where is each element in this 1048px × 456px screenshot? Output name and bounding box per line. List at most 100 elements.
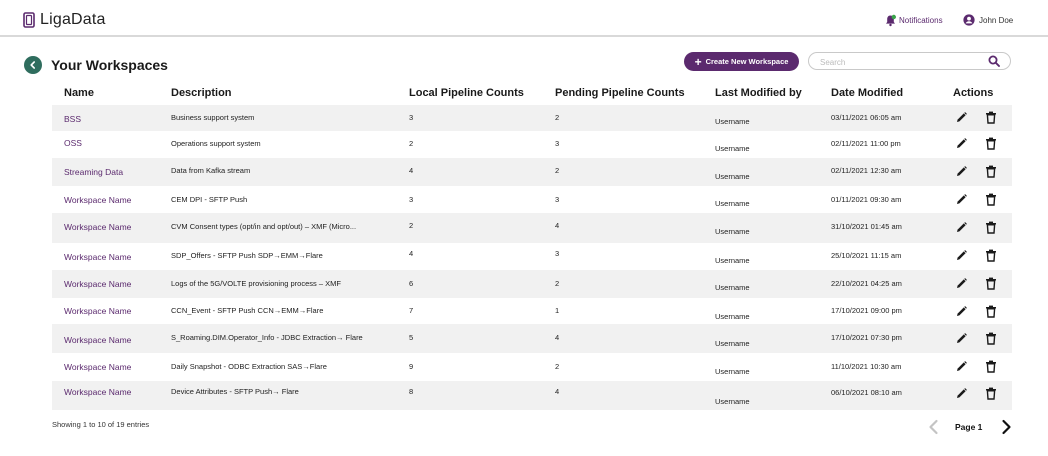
workspace-description: CEM DPI - SFTP Push <box>171 195 248 204</box>
date-modified: 02/11/2021 12:30 am <box>831 166 902 175</box>
edit-icon[interactable] <box>955 137 968 155</box>
delete-icon[interactable] <box>985 360 997 378</box>
date-modified: 31/10/2021 01:45 am <box>831 222 902 231</box>
workspace-description: Operations support system <box>171 139 261 148</box>
delete-icon[interactable] <box>985 387 997 405</box>
workspace-description: Data from Kafka stream <box>171 166 251 175</box>
table-row: Workspace Name SDP_Offers - SFTP Push SDP… <box>52 243 1012 270</box>
delete-icon[interactable] <box>985 305 997 323</box>
table-row: Streaming Data Data from Kafka stream 4 2 Us… <box>52 158 1012 186</box>
last-modified-by: Username <box>715 339 750 348</box>
user-name: John Doe <box>979 15 1014 25</box>
table-row: Workspace Name CVM Consent types (opt/in … <box>52 213 1012 243</box>
workspace-description: CVM Consent types (opt/in and opt/out) –… <box>171 222 357 231</box>
table-row: Workspace Name Daily Snapshot - ODBC Extr… <box>52 353 1012 381</box>
pending-pipeline-count: 3 <box>555 195 560 204</box>
column-header-pending-pipeline-counts[interactable]: Pending Pipeline Counts <box>555 87 685 99</box>
column-header-name[interactable]: Name <box>64 87 94 99</box>
back-button[interactable] <box>24 56 42 74</box>
workspace-description: SDP_Offers - SFTP Push SDP→EMM→Flare <box>171 251 323 260</box>
chevron-right-icon[interactable] <box>998 418 1014 436</box>
last-modified-by: Username <box>715 172 750 181</box>
delete-icon[interactable] <box>985 111 997 129</box>
create-workspace-label: Create New Workspace <box>705 57 789 66</box>
last-modified-by: Username <box>715 117 750 126</box>
create-workspace-button[interactable]: + Create New Workspace <box>684 52 799 71</box>
edit-icon[interactable] <box>955 249 968 267</box>
workspace-name-link[interactable]: Workspace Name <box>64 279 131 289</box>
workspace-name-link[interactable]: Workspace Name <box>64 222 131 232</box>
edit-icon[interactable] <box>955 111 968 129</box>
bell-icon <box>886 14 896 27</box>
workspace-name-link[interactable]: Streaming Data <box>64 167 123 177</box>
user-menu[interactable]: John Doe <box>963 14 1013 26</box>
local-pipeline-count: 4 <box>409 166 414 175</box>
workspace-description: Daily Snapshot - ODBC Extraction SAS→Fla… <box>171 362 327 371</box>
workspace-name-link[interactable]: Workspace Name <box>64 195 131 205</box>
pending-pipeline-count: 4 <box>555 387 560 396</box>
workspace-name-link[interactable]: Workspace Name <box>64 387 131 397</box>
delete-icon[interactable] <box>985 221 997 239</box>
edit-icon[interactable] <box>955 332 968 350</box>
brand[interactable]: LigaData <box>23 11 106 29</box>
table-row: Workspace Name CCN_Event - SFTP Push CCN→… <box>52 298 1012 324</box>
pending-pipeline-count: 4 <box>555 333 560 342</box>
delete-icon[interactable] <box>985 277 997 295</box>
local-pipeline-count: 5 <box>409 333 414 342</box>
workspace-name-link[interactable]: Workspace Name <box>64 362 131 372</box>
pending-pipeline-count: 4 <box>555 221 560 230</box>
column-header-actions: Actions <box>953 87 994 99</box>
date-modified: 03/11/2021 06:05 am <box>831 113 902 122</box>
delete-icon[interactable] <box>985 193 997 211</box>
workspace-name-link[interactable]: BSS <box>64 114 81 124</box>
workspace-name-link[interactable]: Workspace Name <box>64 335 131 345</box>
local-pipeline-count: 2 <box>409 221 414 230</box>
table-row: Workspace Name Device Attributes - SFTP P… <box>52 381 1012 410</box>
column-header-local-pipeline-counts[interactable]: Local Pipeline Counts <box>409 87 524 99</box>
column-header-date-modified[interactable]: Date Modified <box>831 87 903 99</box>
delete-icon[interactable] <box>985 249 997 267</box>
plus-icon: + <box>694 54 702 69</box>
search-icon[interactable] <box>988 55 1000 67</box>
last-modified-by: Username <box>715 397 750 406</box>
pending-pipeline-count: 1 <box>555 306 560 315</box>
chevron-left-icon[interactable] <box>926 418 942 436</box>
date-modified: 25/10/2021 11:15 am <box>831 251 902 260</box>
search-input[interactable] <box>818 55 982 69</box>
table-row: Workspace Name Logs of the 5G/VOLTE provi… <box>52 270 1012 298</box>
edit-icon[interactable] <box>955 360 968 378</box>
workspace-description: S_Roaming.DIM.Operator_Info - JDBC Extra… <box>171 333 363 342</box>
workspace-name-link[interactable]: OSS <box>64 138 82 148</box>
local-pipeline-count: 6 <box>409 279 414 288</box>
user-icon <box>963 14 975 26</box>
workspace-name-link[interactable]: Workspace Name <box>64 252 131 262</box>
last-modified-by: Username <box>715 367 750 376</box>
delete-icon[interactable] <box>985 165 997 183</box>
local-pipeline-count: 4 <box>409 249 414 258</box>
workspace-description: Business support system <box>171 113 255 122</box>
edit-icon[interactable] <box>955 305 968 323</box>
delete-icon[interactable] <box>985 137 997 155</box>
brand-logo-icon <box>23 12 35 28</box>
notifications-label: Notifications <box>899 16 943 25</box>
edit-icon[interactable] <box>955 165 968 183</box>
notifications-link[interactable]: Notifications <box>884 14 943 27</box>
pending-pipeline-count: 2 <box>555 113 560 122</box>
local-pipeline-count: 9 <box>409 362 414 371</box>
table-row: BSS Business support system 3 2 Username 03/1… <box>52 105 1012 131</box>
workspace-name-link[interactable]: Workspace Name <box>64 306 131 316</box>
page-indicator: Page 1 <box>955 422 983 432</box>
date-modified: 17/10/2021 07:30 pm <box>831 333 902 342</box>
delete-icon[interactable] <box>985 332 997 350</box>
column-header-description[interactable]: Description <box>171 87 232 99</box>
edit-icon[interactable] <box>955 387 968 405</box>
edit-icon[interactable] <box>955 277 968 295</box>
pending-pipeline-count: 2 <box>555 166 560 175</box>
search-box <box>808 52 1011 70</box>
edit-icon[interactable] <box>955 193 968 211</box>
workspace-description: Device Attributes - SFTP Push→ Flare <box>171 387 299 396</box>
back-arrow-icon <box>30 61 35 69</box>
edit-icon[interactable] <box>955 221 968 239</box>
column-header-last-modified-by[interactable]: Last Modified by <box>715 87 802 99</box>
brand-name: LigaData <box>40 11 106 28</box>
